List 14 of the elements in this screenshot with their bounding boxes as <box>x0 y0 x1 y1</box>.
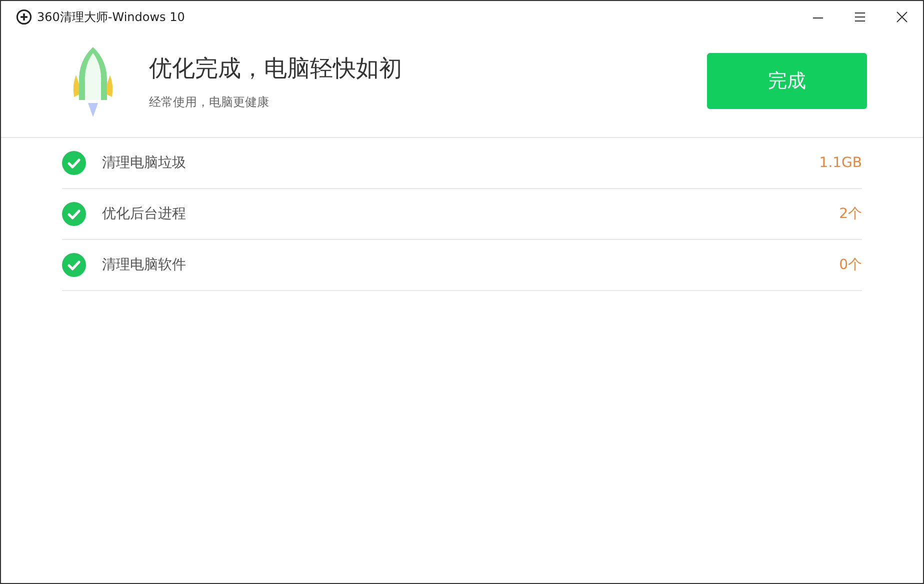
result-value: 0个 <box>839 256 862 274</box>
result-value: 2个 <box>839 205 862 223</box>
task-label: 清理电脑软件 <box>102 256 186 274</box>
menu-icon <box>854 11 866 23</box>
minimize-icon <box>812 17 824 19</box>
close-icon <box>896 11 908 23</box>
result-value: 1.1GB <box>819 155 862 171</box>
task-label: 清理电脑垃圾 <box>102 154 186 172</box>
plus-circle-icon <box>16 9 32 25</box>
task-label: 优化后台进程 <box>102 205 186 223</box>
subtitle: 经常使用，电脑更健康 <box>149 94 270 111</box>
window-title: 360清理大师-Windows 10 <box>37 8 185 26</box>
done-button[interactable]: 完成 <box>707 53 867 109</box>
headline: 优化完成，电脑轻快如初 <box>149 55 402 84</box>
